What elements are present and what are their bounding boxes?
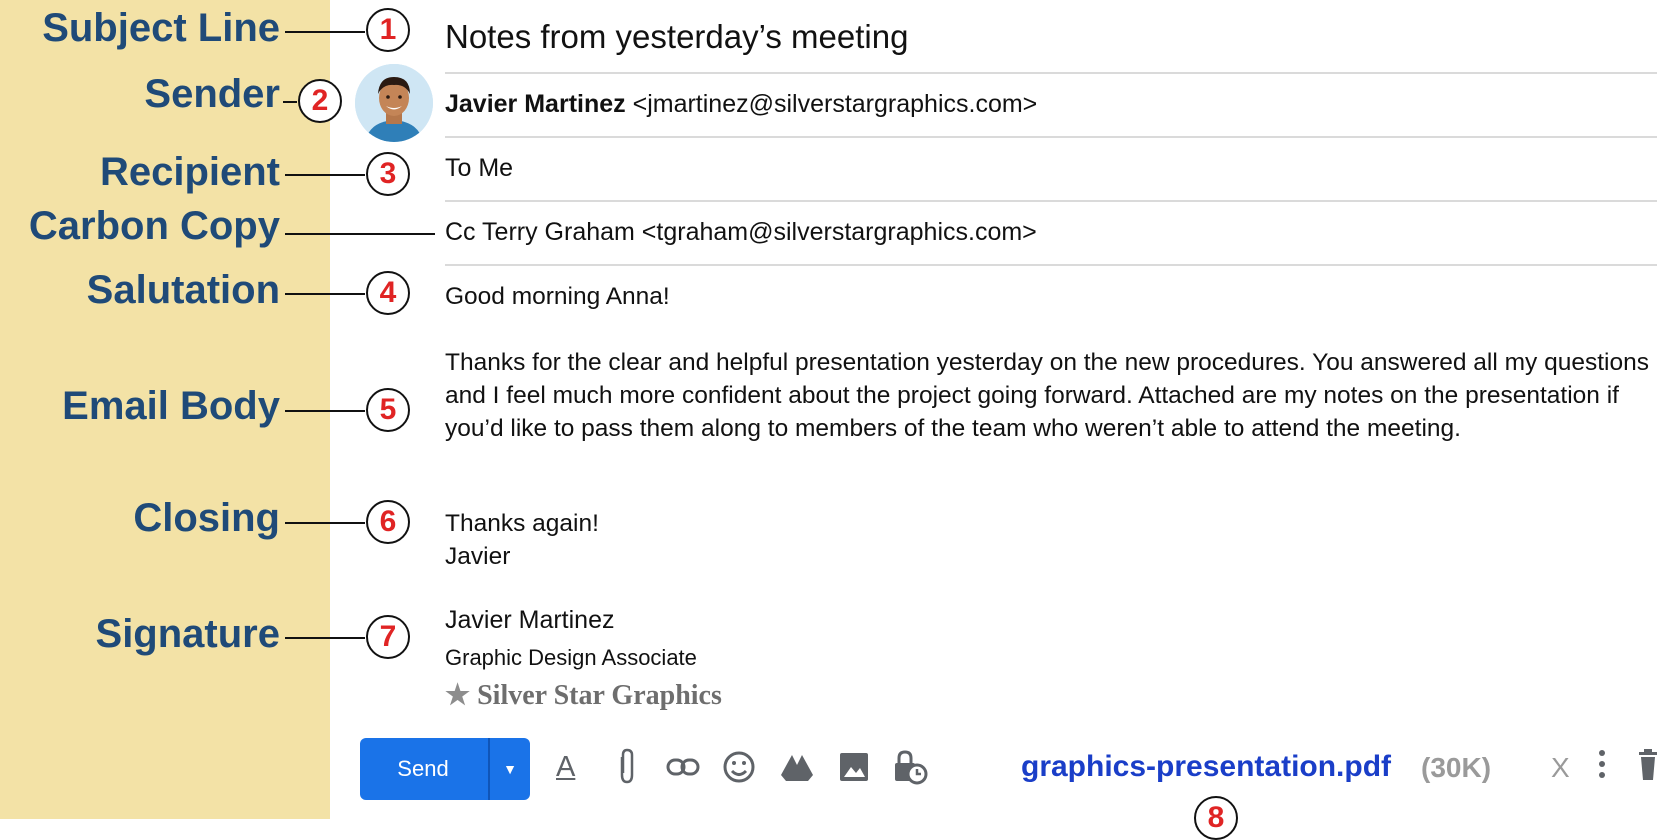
label-email-body: Email Body: [62, 384, 280, 428]
emoji-icon[interactable]: [722, 747, 756, 798]
marker-3: 3: [366, 152, 410, 196]
salutation-text: Good morning Anna!: [445, 283, 670, 310]
recipient-field[interactable]: To Me: [445, 154, 513, 183]
label-closing: Closing: [133, 496, 280, 540]
signature-title: Graphic Design Associate: [445, 645, 697, 670]
marker-6: 6: [366, 500, 410, 544]
attachment-name[interactable]: graphics-presentation.pdf: [1021, 750, 1391, 784]
send-button-group: Send ▼: [360, 738, 530, 800]
paperclip-icon[interactable]: [614, 747, 640, 798]
leader-line-closing: [285, 522, 365, 524]
format-text-icon[interactable]: A: [556, 747, 575, 787]
leader-line-sender: [283, 101, 297, 103]
divider: [445, 72, 1657, 74]
label-signature: Signature: [95, 612, 280, 656]
image-icon[interactable]: [838, 747, 870, 798]
label-carbon-copy: Carbon Copy: [28, 204, 280, 248]
attachment-size: (30K): [1421, 752, 1492, 783]
marker-7: 7: [366, 615, 410, 659]
cc-field[interactable]: Cc Terry Graham <tgraham@silverstargraph…: [445, 218, 1037, 247]
divider: [445, 136, 1657, 138]
label-salutation: Salutation: [86, 268, 280, 312]
divider: [445, 264, 1657, 266]
remove-attachment-button[interactable]: X: [1551, 752, 1570, 784]
star-icon: ★: [445, 680, 471, 711]
signature-company-name: Silver Star Graphics: [477, 680, 722, 711]
email-subject: Notes from yesterday’s meeting: [445, 18, 909, 55]
leader-line-cc: [285, 233, 435, 235]
sender-email[interactable]: <jmartinez@silverstargraphics.com>: [633, 90, 1038, 118]
link-icon[interactable]: [666, 747, 700, 798]
leader-line-signature: [285, 637, 365, 639]
trash-icon[interactable]: [1637, 744, 1657, 795]
leader-line-body: [285, 410, 365, 412]
leader-line-salutation: [285, 293, 365, 295]
sender-avatar: [355, 64, 433, 142]
label-recipient: Recipient: [99, 150, 280, 194]
marker-5: 5: [366, 388, 410, 432]
send-button[interactable]: Send: [360, 738, 486, 800]
leader-line-subject: [285, 31, 365, 33]
closing-name: Javier: [445, 543, 511, 570]
divider: [445, 200, 1657, 202]
more-vert-icon[interactable]: [1595, 744, 1609, 795]
marker-4: 4: [366, 271, 410, 315]
leader-line-recipient: [285, 174, 365, 176]
marker-1: 1: [366, 8, 410, 52]
sender-name: Javier Martinez: [445, 90, 626, 118]
signature-company: ★ Silver Star Graphics: [445, 678, 722, 712]
email-body-text: Thanks for the clear and helpful present…: [445, 349, 1649, 442]
send-options-button[interactable]: ▼: [490, 738, 530, 800]
signature-name: Javier Martinez: [445, 606, 615, 634]
sender-line: Javier Martinez <jmartinez@silverstargra…: [445, 90, 1037, 119]
label-subject-line: Subject Line: [42, 6, 280, 50]
label-sender: Sender: [144, 72, 280, 116]
lock-clock-icon[interactable]: [892, 747, 928, 798]
drive-icon[interactable]: [780, 747, 814, 798]
marker-2: 2: [298, 79, 342, 123]
closing-line: Thanks again!: [445, 510, 599, 537]
marker-8: 8: [1194, 796, 1238, 840]
